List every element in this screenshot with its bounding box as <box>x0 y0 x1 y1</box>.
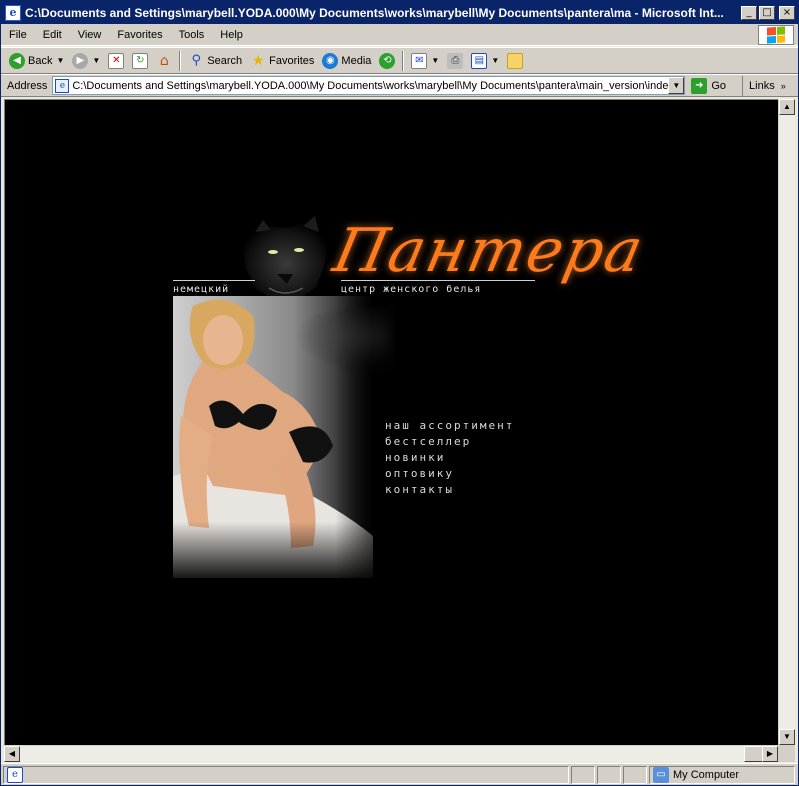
edit-dropdown-icon[interactable]: ▼ <box>491 56 499 65</box>
menu-bar: File Edit View Favorites Tools Help <box>1 24 798 46</box>
scroll-left-icon[interactable]: ◀ <box>4 746 20 762</box>
status-cell <box>623 765 647 784</box>
minimize-button[interactable]: _ <box>741 5 757 20</box>
nav-link-wholesale[interactable]: оптовику <box>385 466 514 482</box>
nav-link-assortment[interactable]: наш ассортимент <box>385 418 514 434</box>
forward-arrow-icon: ▶ <box>72 52 89 69</box>
edit-icon: ▤ <box>471 52 488 69</box>
status-bar: e ▭ My Computer <box>1 763 798 785</box>
links-chevron-icon: » <box>780 80 786 91</box>
menu-favorites[interactable]: Favorites <box>109 29 170 41</box>
title-bar[interactable]: e C:\Documents and Settings\marybell.YOD… <box>1 1 798 24</box>
back-button[interactable]: ◀ Back ▼ <box>5 50 68 72</box>
refresh-button[interactable]: ↻ <box>128 50 152 72</box>
menu-edit[interactable]: Edit <box>35 29 70 41</box>
window-title: C:\Documents and Settings\marybell.YODA.… <box>25 5 724 20</box>
site-logo[interactable]: Пантера <box>328 216 651 286</box>
favorites-label: Favorites <box>269 54 315 67</box>
zone-label: My Computer <box>673 768 740 781</box>
back-label: Back <box>28 54 53 67</box>
back-dropdown-icon[interactable]: ▼ <box>56 56 64 65</box>
home-button[interactable]: ⌂ <box>152 50 176 72</box>
scroll-up-icon[interactable]: ▲ <box>779 99 795 115</box>
address-dropdown-icon[interactable]: ▼ <box>668 77 685 94</box>
star-icon: ★ <box>251 52 265 69</box>
folder-icon <box>507 52 524 69</box>
tagline-right: центр женского белья <box>341 284 482 295</box>
links-label: Links <box>749 79 775 92</box>
search-label: Search <box>207 54 243 67</box>
nav-link-contacts[interactable]: контакты <box>385 482 514 498</box>
computer-icon: ▭ <box>653 766 669 783</box>
panther-image <box>243 216 329 300</box>
home-icon: ⌂ <box>159 52 169 69</box>
tagline-left: немецкий <box>173 284 230 295</box>
back-arrow-icon: ◀ <box>9 52 25 69</box>
go-label: Go <box>711 79 727 92</box>
page-content: Пантера немецкий центр женского белья на… <box>4 99 778 745</box>
favorites-button[interactable]: ★ Favorites <box>246 50 318 72</box>
print-button[interactable]: ⎙ <box>443 50 467 72</box>
maximize-button[interactable]: □ <box>759 5 775 20</box>
toolbar-separator <box>402 50 405 71</box>
search-button[interactable]: ⚲ Search <box>184 50 246 72</box>
edit-button[interactable]: ▤ ▼ <box>467 50 503 72</box>
site-nav: наш ассортимент бестселлер новинки оптов… <box>385 418 514 498</box>
history-button[interactable]: ⟲ <box>375 50 399 72</box>
tagline-divider <box>341 280 535 281</box>
ie-icon: e <box>5 4 21 21</box>
vertical-scrollbar[interactable]: ▲ ▼ <box>778 99 795 745</box>
mail-icon: ✉ <box>411 52 428 69</box>
tagline-divider <box>173 280 255 281</box>
forward-dropdown-icon[interactable]: ▼ <box>92 56 100 65</box>
stop-button[interactable]: ✕ <box>104 50 128 72</box>
windows-logo-icon <box>758 25 794 45</box>
address-input[interactable]: e C:\Documents and Settings\marybell.YOD… <box>52 76 686 95</box>
media-icon: ◉ <box>322 52 339 69</box>
menu-file[interactable]: File <box>1 29 35 41</box>
scroll-right-icon[interactable]: ▶ <box>762 746 778 762</box>
history-icon: ⟲ <box>379 52 396 69</box>
go-button[interactable]: ➜ Go <box>691 77 727 94</box>
status-cell <box>597 765 621 784</box>
forward-button[interactable]: ▶ ▼ <box>68 50 104 72</box>
toolbar-separator <box>179 50 182 71</box>
links-button[interactable]: Links » <box>742 75 786 96</box>
status-cell <box>571 765 595 784</box>
status-main: e <box>3 765 569 784</box>
menu-tools[interactable]: Tools <box>171 29 213 41</box>
scroll-down-icon[interactable]: ▼ <box>779 729 795 745</box>
standard-toolbar: ◀ Back ▼ ▶ ▼ ✕ ↻ ⌂ ⚲ Search ★ Favorites … <box>1 47 798 74</box>
refresh-icon: ↻ <box>132 52 149 69</box>
horizontal-scrollbar[interactable]: ◀ ▶ <box>4 745 778 762</box>
security-zone: ▭ My Computer <box>649 765 795 784</box>
mail-dropdown-icon[interactable]: ▼ <box>431 56 439 65</box>
address-bar: Address e C:\Documents and Settings\mary… <box>1 74 798 97</box>
address-label: Address <box>7 79 48 92</box>
nav-link-new[interactable]: новинки <box>385 450 514 466</box>
address-url[interactable]: C:\Documents and Settings\marybell.YODA.… <box>72 80 668 92</box>
media-label: Media <box>341 54 372 67</box>
media-button[interactable]: ◉ Media <box>318 50 375 72</box>
close-button[interactable]: × <box>779 5 795 20</box>
mail-button[interactable]: ✉ ▼ <box>407 50 443 72</box>
search-icon: ⚲ <box>191 53 202 68</box>
print-icon: ⎙ <box>447 52 464 69</box>
page-icon: e <box>55 78 70 93</box>
nav-link-bestseller[interactable]: бестселлер <box>385 434 514 450</box>
folder-button[interactable] <box>503 50 527 72</box>
menu-view[interactable]: View <box>70 29 110 41</box>
browser-window: e C:\Documents and Settings\marybell.YOD… <box>0 0 799 786</box>
ie-page-icon: e <box>7 766 23 783</box>
scrollbar-corner <box>778 745 795 762</box>
stop-icon: ✕ <box>108 52 125 69</box>
go-arrow-icon: ➜ <box>691 77 708 94</box>
menu-help[interactable]: Help <box>212 29 251 41</box>
